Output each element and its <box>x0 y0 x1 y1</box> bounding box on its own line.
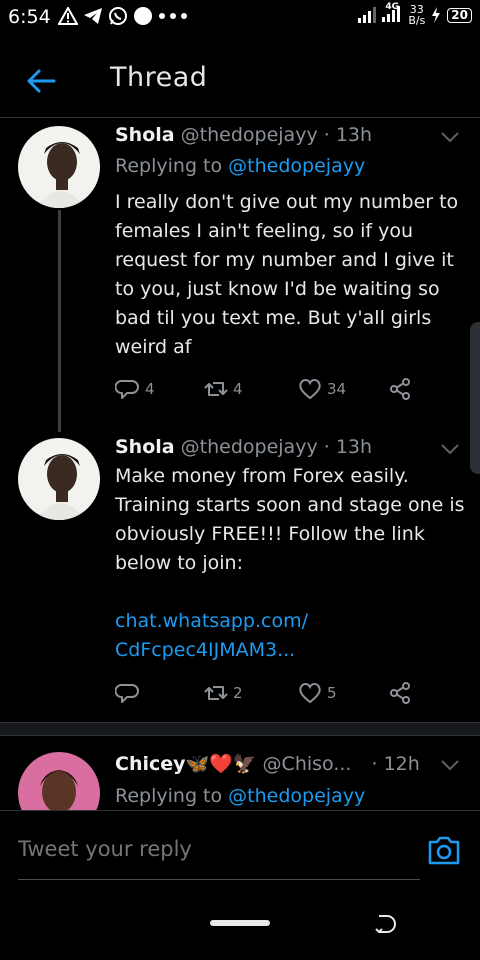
user-handle: @thedopejayy <box>180 124 318 146</box>
telegram-icon <box>84 8 102 24</box>
share-button[interactable] <box>387 680 413 706</box>
user-handle: @thedopejayy <box>180 436 318 458</box>
retweet-icon <box>204 686 228 700</box>
status-time: 6:54 <box>8 6 51 28</box>
system-nav-bar <box>0 892 480 960</box>
comment-icon <box>115 380 139 399</box>
tweet-text: Make money from Forex easily. Training s… <box>115 465 465 574</box>
tweet-header: Shola @thedopejayy · 13h <box>115 124 372 146</box>
more-notifications-icon <box>159 13 187 19</box>
reply-underline <box>18 879 420 880</box>
thread-header: Thread <box>0 44 480 118</box>
status-indicators: 4G 33 B/s 20 <box>358 2 472 26</box>
speed-unit: B/s <box>408 14 426 27</box>
replying-prefix: Replying to <box>115 155 223 177</box>
like-button[interactable]: 5 <box>297 680 337 706</box>
tweet-actions: 2 5 <box>115 680 435 708</box>
scrollbar-thumb[interactable] <box>470 322 480 474</box>
tweet-time: · 13h <box>323 124 373 146</box>
like-count: 5 <box>327 684 337 702</box>
heart-icon <box>299 379 321 400</box>
signal-icon <box>358 7 377 23</box>
tweet-header: Chicey🦋❤️🦅 @Chiso... · 12h <box>115 752 420 775</box>
replying-prefix: Replying to <box>115 785 223 807</box>
home-gesture-pill[interactable] <box>210 920 270 926</box>
tweet-1[interactable]: Shola @thedopejayy · 13h Replying to @th… <box>0 120 480 438</box>
page-title: Thread <box>110 62 208 93</box>
tweet-text: I really don't give out my number to fem… <box>115 191 459 358</box>
replying-to: Replying to @thedopejayy <box>115 785 365 807</box>
retweet-icon <box>204 382 228 396</box>
tweet-3[interactable]: Chicey🦋❤️🦅 @Chiso... · 12h Replying to @… <box>0 746 480 810</box>
dot-icon <box>134 7 152 25</box>
whatsapp-icon <box>109 7 127 25</box>
chevron-down-icon[interactable] <box>440 758 460 772</box>
tweet-2[interactable]: Shola @thedopejayy · 13h Make money from… <box>0 432 480 720</box>
signal-4g: 4G <box>382 2 402 25</box>
retweet-button[interactable]: 2 <box>203 680 243 706</box>
share-icon <box>390 378 410 400</box>
camera-icon[interactable] <box>426 833 462 867</box>
tweet-actions: 4 4 34 <box>115 376 435 404</box>
tweet-time: · 13h <box>323 436 373 458</box>
battery-indicator: 20 <box>447 7 472 23</box>
retweet-count: 2 <box>233 684 243 702</box>
reply-composer <box>0 810 480 892</box>
warning-icon <box>58 7 78 25</box>
link-line-2[interactable]: CdFcpec4IJMAM3... <box>115 636 465 665</box>
avatar[interactable] <box>18 752 100 810</box>
display-name[interactable]: Shola <box>115 436 175 458</box>
comment-icon <box>115 684 139 703</box>
section-divider <box>0 722 480 736</box>
share-button[interactable] <box>387 376 413 402</box>
user-handle: @Chiso... <box>262 753 352 775</box>
heart-icon <box>299 683 321 704</box>
chevron-down-icon[interactable] <box>440 442 460 456</box>
replying-to-link[interactable]: @thedopejayy <box>228 155 365 177</box>
reply-button[interactable]: 4 <box>115 376 155 402</box>
display-name[interactable]: Chicey🦋❤️🦅 <box>115 753 257 775</box>
replying-to-link[interactable]: @thedopejayy <box>228 785 365 807</box>
display-name[interactable]: Shola <box>115 124 175 146</box>
tweet-header: Shola @thedopejayy · 13h <box>115 436 372 458</box>
retweet-count: 4 <box>233 380 243 398</box>
charging-icon <box>432 7 441 23</box>
back-arrow-icon[interactable] <box>24 64 58 98</box>
reply-input[interactable] <box>18 837 388 861</box>
status-bar: 6:54 4G 33 B/s 20 <box>0 0 480 36</box>
network-speed: 33 B/s <box>408 4 425 26</box>
reply-button[interactable] <box>115 680 145 706</box>
thread-connector-line <box>58 210 61 432</box>
tweet-time: · 12h <box>371 753 420 775</box>
like-button[interactable]: 34 <box>297 376 346 402</box>
avatar[interactable] <box>18 126 100 208</box>
tweet-link[interactable]: chat.whatsapp.com/ CdFcpec4IJMAM3... <box>115 607 465 665</box>
chevron-down-icon[interactable] <box>440 130 460 144</box>
share-icon <box>390 682 410 704</box>
replying-to: Replying to @thedopejayy <box>115 155 365 177</box>
avatar[interactable] <box>18 438 100 520</box>
reply-count: 4 <box>145 380 155 398</box>
notification-icons <box>58 6 188 26</box>
rotate-screen-icon[interactable] <box>374 912 398 936</box>
network-label: 4G <box>385 1 399 12</box>
link-line-1[interactable]: chat.whatsapp.com/ <box>115 607 465 636</box>
like-count: 34 <box>327 380 347 398</box>
retweet-button[interactable]: 4 <box>203 376 243 402</box>
